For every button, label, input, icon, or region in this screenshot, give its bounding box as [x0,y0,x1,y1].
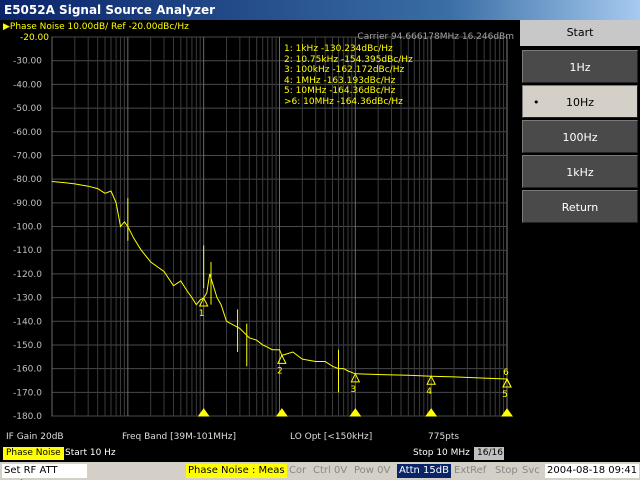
y-tick-label: -130.0 [13,294,42,304]
marker-table: 1: 1kHz -130.234dBc/Hz 2: 10.75kHz -154.… [284,44,413,108]
measurement-status: Phase Noise : Meas [186,464,287,478]
phase-noise-chart: -20.00 -30.00 -40.00 -50.00 -60.00 -70.00 -80.… [13,33,513,422]
attenuation-indicator: Attn 15dB [397,464,451,478]
softkey-return[interactable]: Return [522,190,638,223]
marker-number: 4 [426,387,432,397]
y-tick-label: -110.0 [13,246,42,256]
status-bar: Set RF ATT 10dB Phase Noise : Meas Cor C… [0,462,640,480]
softkey-label: Return [561,201,599,214]
y-tick-label: -180.0 [13,412,42,422]
y-tick-label: -60.00 [13,128,42,138]
status-message: Set RF ATT 10dB [2,464,87,480]
info-bar: IF Gain 20dB Freq Band [39M-101MHz] LO O… [0,432,518,445]
softkey-1khz[interactable]: 1kHz [522,155,638,188]
trace-header: ▶Phase Noise 10.00dB/ Ref -20.00dBc/Hz [3,22,189,32]
y-tick-label: -20.00 [20,33,49,43]
marker-row: >6: 10MHz -164.36dBc/Hz [284,96,403,107]
points-label: 775pts [428,432,460,442]
marker-number: 3 [350,385,356,395]
marker-row: 3: 100kHz -162.172dBc/Hz [284,65,405,76]
softkey-panel: Start 1Hz • 10Hz 100Hz 1kHz Return [520,20,640,460]
window-title: E5052A Signal Source Analyzer [0,0,640,20]
y-tick-label: -70.00 [13,151,42,161]
ctrl-indicator: Ctrl 0V [311,464,350,478]
softkey-label: 1Hz [569,61,591,74]
marker-number: 6 [503,368,509,378]
y-tick-label: -170.0 [13,388,42,398]
y-tick-label: -150.0 [13,341,42,351]
if-gain-label: IF Gain 20dB [6,432,64,442]
pow-indicator: Pow 0V [352,464,393,478]
stop-frequency: Stop 10 MHz [413,448,470,458]
plot-area: -20.00 -30.00 -40.00 -50.00 -60.00 -70.00 -80.… [0,20,518,447]
marker-number: 1 [199,309,205,319]
y-tick-label: -40.00 [13,80,42,90]
page-counter: 16/16 [474,447,504,460]
softkey-label: 100Hz [562,131,598,144]
y-tick-label: -140.0 [13,317,42,327]
marker-number: 2 [277,366,283,376]
trace-tag[interactable]: Phase Noise [3,447,64,460]
start-frequency: Start 10 Hz [65,448,116,458]
sweep-bar: Phase Noise Start 10 Hz Stop 10 MHz 16/1… [0,447,518,460]
marker-row: 1: 1kHz -130.234dBc/Hz [284,44,393,54]
carrier-readout: Carrier 94.666178MHz 16.246dBm [357,32,514,42]
axis-marker-icon [275,408,288,417]
softkey-10hz[interactable]: • 10Hz [522,85,638,118]
lo-opt-label: LO Opt [<150kHz] [290,432,373,442]
y-tick-label: -90.00 [13,199,42,209]
freq-band-label: Freq Band [39M-101MHz] [122,432,237,442]
y-tick-label: -120.0 [13,270,42,280]
y-tick-label: -30.00 [13,57,42,67]
softkey-label: 10Hz [565,96,595,109]
y-tick-label: -50.00 [13,104,42,114]
svc-indicator: Svc [520,464,542,478]
cor-indicator: Cor [287,464,309,478]
marker-row: 5: 10MHz -164.36dBc/Hz [284,86,396,97]
trace-header-text: Phase Noise 10.00dB/ Ref -20.00dBc/Hz [9,22,189,32]
marker-number: 5 [502,390,508,400]
extref-indicator: ExtRef [452,464,489,478]
marker-row: 4: 1MHz -163.193dBc/Hz [284,75,396,86]
selected-bullet-icon: • [533,96,540,109]
y-tick-label: -160.0 [13,365,42,375]
datetime: 2004-08-18 09:41 [545,464,640,478]
softkey-title: Start [520,20,640,46]
marker-row: 2: 10.75kHz -154.395dBc/Hz [284,54,413,65]
y-tick-label: -80.00 [13,175,42,185]
softkey-label: 1kHz [566,166,594,179]
softkey-100hz[interactable]: 100Hz [522,120,638,153]
stop-indicator: Stop [493,464,520,478]
y-tick-label: -100.0 [13,223,42,233]
softkey-1hz[interactable]: 1Hz [522,50,638,83]
